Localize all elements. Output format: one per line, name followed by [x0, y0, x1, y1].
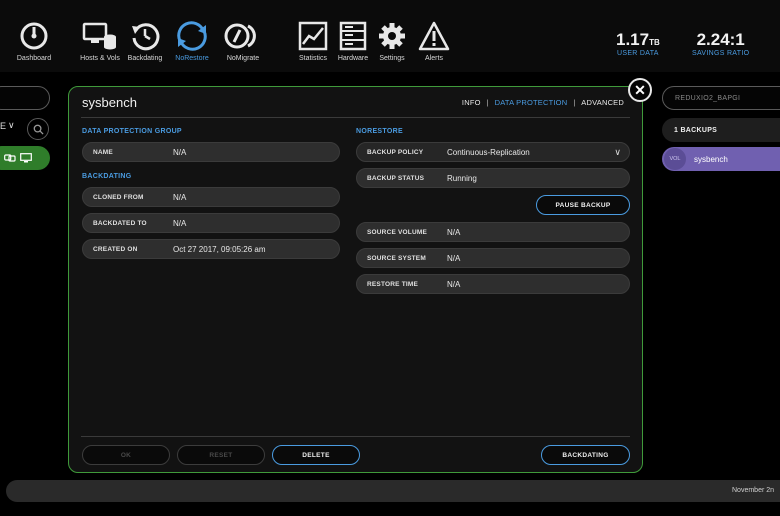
norestore-icon: [177, 21, 207, 51]
left-filter-value: E: [0, 120, 7, 131]
cloned-from-row: CLONED FROM N/A: [82, 187, 340, 207]
backup-policy-select[interactable]: BACKUP POLICY Continuous-Replication ∨: [356, 142, 630, 162]
chevron-down-icon: ∨: [614, 147, 621, 157]
cloned-from-label: CLONED FROM: [93, 193, 144, 201]
toolbar-label: NoMigrate: [226, 55, 260, 62]
left-search-field[interactable]: [0, 86, 50, 110]
savings-ratio-stat: 2.24:1 SAVINGS RATIO: [692, 30, 749, 57]
tab-advanced[interactable]: ADVANCED: [581, 98, 624, 107]
created-on-label: CREATED ON: [93, 245, 138, 253]
toolbar-alerts[interactable]: Alerts: [402, 20, 466, 62]
monitor-icon: [20, 153, 32, 163]
source-system-label: SOURCE SYSTEM: [367, 254, 426, 262]
cloned-from-value: N/A: [173, 192, 187, 202]
user-data-unit: TB: [649, 38, 660, 47]
backup-item-name: sysbench: [694, 154, 728, 164]
source-system-row: SOURCE SYSTEM N/A: [356, 248, 630, 268]
nomigrate-icon: [224, 23, 256, 49]
footer-divider: [81, 436, 630, 437]
volume-details-dialog: sysbench INFO | DATA PROTECTION | ADVANC…: [68, 86, 643, 473]
backup-status-label: BACKUP STATUS: [367, 174, 425, 182]
backup-status-value: Running: [447, 173, 477, 183]
backup-list-item[interactable]: VOL sysbench: [662, 147, 780, 171]
alerts-icon: [418, 21, 450, 51]
tab-info[interactable]: INFO: [462, 98, 481, 107]
link-icon: [4, 154, 16, 162]
backup-policy-value: Continuous-Replication: [447, 147, 530, 157]
backup-policy-label: BACKUP POLICY: [367, 148, 424, 156]
left-filter-select[interactable]: E ∨: [0, 120, 15, 131]
tab-data-protection[interactable]: DATA PROTECTION: [495, 98, 568, 107]
name-label: NAME: [93, 148, 113, 156]
reset-button[interactable]: RESET: [177, 445, 265, 465]
toolbar-label: Dashboard: [16, 55, 52, 62]
status-bar: November 2n: [6, 480, 780, 502]
chevron-down-icon: ∨: [8, 120, 15, 130]
user-data-label: USER DATA: [617, 50, 659, 57]
pause-backup-button[interactable]: PAUSE BACKUP: [536, 195, 630, 215]
source-volume-value: N/A: [447, 227, 461, 237]
toolbar-nomigrate[interactable]: NoMigrate: [211, 20, 275, 62]
user-data-value: 1.17: [616, 30, 650, 49]
name-value: N/A: [173, 147, 187, 157]
created-on-row: CREATED ON Oct 27 2017, 09:05:26 am: [82, 239, 340, 259]
savings-ratio-label: SAVINGS RATIO: [692, 50, 750, 57]
restore-time-row: RESTORE TIME N/A: [356, 274, 630, 294]
close-dialog-button[interactable]: ✕: [628, 78, 652, 102]
user-data-stat: 1.17TB USER DATA: [616, 30, 660, 57]
left-active-item[interactable]: [0, 146, 50, 170]
backdated-to-value: N/A: [173, 218, 187, 228]
header-divider: [81, 117, 630, 118]
dialog-tabs: INFO | DATA PROTECTION | ADVANCED: [462, 98, 624, 107]
restore-time-value: N/A: [447, 279, 461, 289]
volume-badge: VOL: [664, 148, 686, 170]
backdating-icon: [132, 23, 160, 51]
search-icon: [33, 124, 44, 135]
status-date: November 2n: [732, 487, 775, 494]
top-toolbar: Dashboard Hosts & Vols Backdating NoRest…: [0, 0, 780, 72]
backdated-to-label: BACKDATED TO: [93, 219, 147, 227]
data-protection-group-heading: DATA PROTECTION GROUP: [82, 128, 182, 135]
dialog-title: sysbench: [82, 95, 137, 110]
dashboard-icon: [20, 22, 48, 50]
tab-separator: |: [486, 98, 489, 107]
name-row: NAME N/A: [82, 142, 340, 162]
tab-separator: |: [573, 98, 576, 107]
source-volume-label: SOURCE VOLUME: [367, 228, 428, 236]
search-button[interactable]: [27, 118, 49, 140]
backdated-to-row: BACKDATED TO N/A: [82, 213, 340, 233]
ok-button[interactable]: OK: [82, 445, 170, 465]
backups-count-header: 1 BACKUPS: [662, 118, 780, 142]
toolbar-dashboard[interactable]: Dashboard: [2, 20, 66, 62]
backups-search-field[interactable]: REDUXIO2_BAPGI: [662, 86, 780, 110]
restore-time-label: RESTORE TIME: [367, 280, 419, 288]
norestore-heading: NORESTORE: [356, 128, 403, 135]
toolbar-label: Alerts: [425, 55, 443, 62]
created-on-value: Oct 27 2017, 09:05:26 am: [173, 244, 266, 254]
source-system-value: N/A: [447, 253, 461, 263]
close-icon: ✕: [634, 81, 646, 98]
savings-ratio-value: 2.24:1: [696, 30, 745, 49]
backup-status-row: BACKUP STATUS Running: [356, 168, 630, 188]
delete-button[interactable]: DELETE: [272, 445, 360, 465]
source-volume-row: SOURCE VOLUME N/A: [356, 222, 630, 242]
backdating-button[interactable]: BACKDATING: [541, 445, 630, 465]
backdating-heading: BACKDATING: [82, 173, 132, 180]
